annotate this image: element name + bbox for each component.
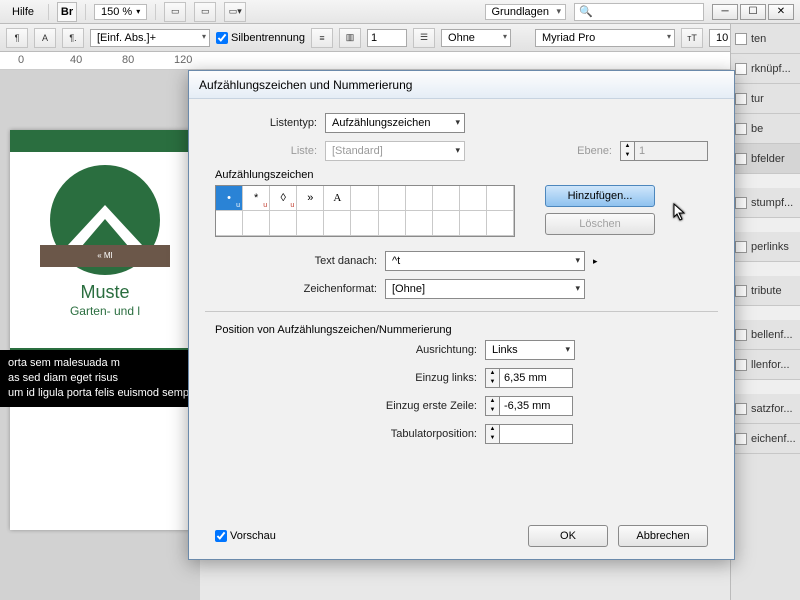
fontsize-icon: тT: [681, 28, 703, 48]
panel-item[interactable]: perlinks: [731, 232, 800, 262]
document-canvas[interactable]: « MI Muste Garten- und l hbearbeiter/in: [0, 70, 200, 600]
panel-item[interactable]: stumpf...: [731, 188, 800, 218]
glyph-cell[interactable]: A: [324, 186, 351, 211]
panel-item[interactable]: satzfor...: [731, 394, 800, 424]
glyph-grid[interactable]: •u *u ◊u » A: [215, 185, 515, 237]
delete-glyph-button: Löschen: [545, 213, 655, 235]
panel-gap: [731, 380, 800, 394]
horizontal-ruler: 0 40 80 120: [0, 52, 800, 70]
glyph-section-label: Aufzählungszeichen: [215, 169, 708, 181]
glyph-cell[interactable]: ◊u: [270, 186, 297, 211]
text-after-select[interactable]: ^t: [385, 251, 585, 271]
panel-item[interactable]: be: [731, 114, 800, 144]
para-style-icon: ¶.: [62, 28, 84, 48]
menu-bar: Hilfe Br 150 %▾ ▭ ▭ ▭▾ Grundlagen 🔍 ─ ☐ …: [0, 0, 800, 24]
glyph-cell[interactable]: •u: [216, 186, 243, 211]
indent-left-stepper[interactable]: ▲▼: [485, 368, 573, 388]
add-glyph-button[interactable]: Hinzufügen...: [545, 185, 655, 207]
level-stepper: ▲▼: [620, 141, 708, 161]
indent-first-label: Einzug erste Zeile:: [215, 400, 485, 412]
indent-first-stepper[interactable]: ▲▼: [485, 396, 573, 416]
control-bar: ¶ A ¶. [Einf. Abs.]+ Silbentrennung ≡ ▥ …: [0, 24, 800, 52]
char-panel-icon[interactable]: A: [34, 28, 56, 48]
charstyle-label: Zeichenformat:: [215, 283, 385, 295]
align-label: Ausrichtung:: [215, 344, 485, 356]
columns-field[interactable]: [367, 29, 407, 47]
panel-item[interactable]: bfelder: [731, 144, 800, 174]
columns-icon[interactable]: ▥: [339, 28, 361, 48]
list-label: Liste:: [215, 145, 325, 157]
panel-item[interactable]: tribute: [731, 276, 800, 306]
view-mode-icon[interactable]: ▭: [164, 2, 186, 22]
indent-left-label: Einzug links:: [215, 372, 485, 384]
menu-help[interactable]: Hilfe: [6, 4, 40, 20]
tab-label: Tabulatorposition:: [215, 428, 485, 440]
panel-item[interactable]: eichenf...: [731, 424, 800, 454]
bridge-button[interactable]: Br: [57, 2, 77, 22]
zoom-select[interactable]: 150 %▾: [94, 4, 147, 20]
tab-stepper[interactable]: ▲▼: [485, 424, 573, 444]
panel-gap: [731, 262, 800, 276]
panel-item[interactable]: llenfor...: [731, 350, 800, 380]
panel-gap: [731, 306, 800, 320]
arrange-icon[interactable]: ▭▾: [224, 2, 246, 22]
preview-check[interactable]: Vorschau: [215, 530, 276, 542]
listtype-label: Listentyp:: [215, 117, 325, 129]
logo-ribbon: « MI: [40, 245, 170, 267]
panel-gap: [731, 174, 800, 188]
screen-mode-icon[interactable]: ▭: [194, 2, 216, 22]
align-select[interactable]: Links: [485, 340, 575, 360]
paragraph-style-select[interactable]: [Einf. Abs.]+: [90, 29, 210, 47]
glyph-cell[interactable]: *u: [243, 186, 270, 211]
bullets-numbering-dialog: Aufzählungszeichen und Nummerierung List…: [188, 70, 735, 560]
align-icon[interactable]: ≡: [311, 28, 333, 48]
panel-item[interactable]: tur: [731, 84, 800, 114]
search-input[interactable]: 🔍: [574, 3, 704, 21]
span-icon[interactable]: ☰: [413, 28, 435, 48]
panel-item[interactable]: rknüpf...: [731, 54, 800, 84]
charstyle-select[interactable]: [Ohne]: [385, 279, 585, 299]
window-minimize-button[interactable]: ─: [712, 4, 738, 20]
panel-item[interactable]: bellenf...: [731, 320, 800, 350]
ok-button[interactable]: OK: [528, 525, 608, 547]
dialog-title: Aufzählungszeichen und Nummerierung: [189, 71, 734, 99]
para-panel-icon[interactable]: ¶: [6, 28, 28, 48]
panel-dock: ten rknüpf... tur be bfelder stumpf... p…: [730, 24, 800, 600]
glyph-cell[interactable]: »: [297, 186, 324, 211]
font-select[interactable]: Myriad Pro: [535, 29, 675, 47]
cancel-button[interactable]: Abbrechen: [618, 525, 708, 547]
position-section-label: Position von Aufzählungszeichen/Nummerie…: [215, 324, 708, 336]
page: « MI Muste Garten- und l hbearbeiter/in: [10, 130, 200, 530]
text-after-label: Text danach:: [215, 255, 385, 267]
panel-item[interactable]: ten: [731, 24, 800, 54]
workspace-select[interactable]: Grundlagen: [485, 4, 567, 20]
list-select: [Standard]: [325, 141, 465, 161]
span-select[interactable]: Ohne: [441, 29, 511, 47]
panel-gap: [731, 218, 800, 232]
brand-title: Muste: [10, 282, 200, 303]
level-label: Ebene:: [577, 145, 620, 157]
hyphenation-check[interactable]: Silbentrennung: [216, 32, 305, 44]
window-close-button[interactable]: ✕: [768, 4, 794, 20]
listtype-select[interactable]: Aufzählungszeichen: [325, 113, 465, 133]
brand-subtitle: Garten- und l: [10, 304, 200, 318]
window-maximize-button[interactable]: ☐: [740, 4, 766, 20]
